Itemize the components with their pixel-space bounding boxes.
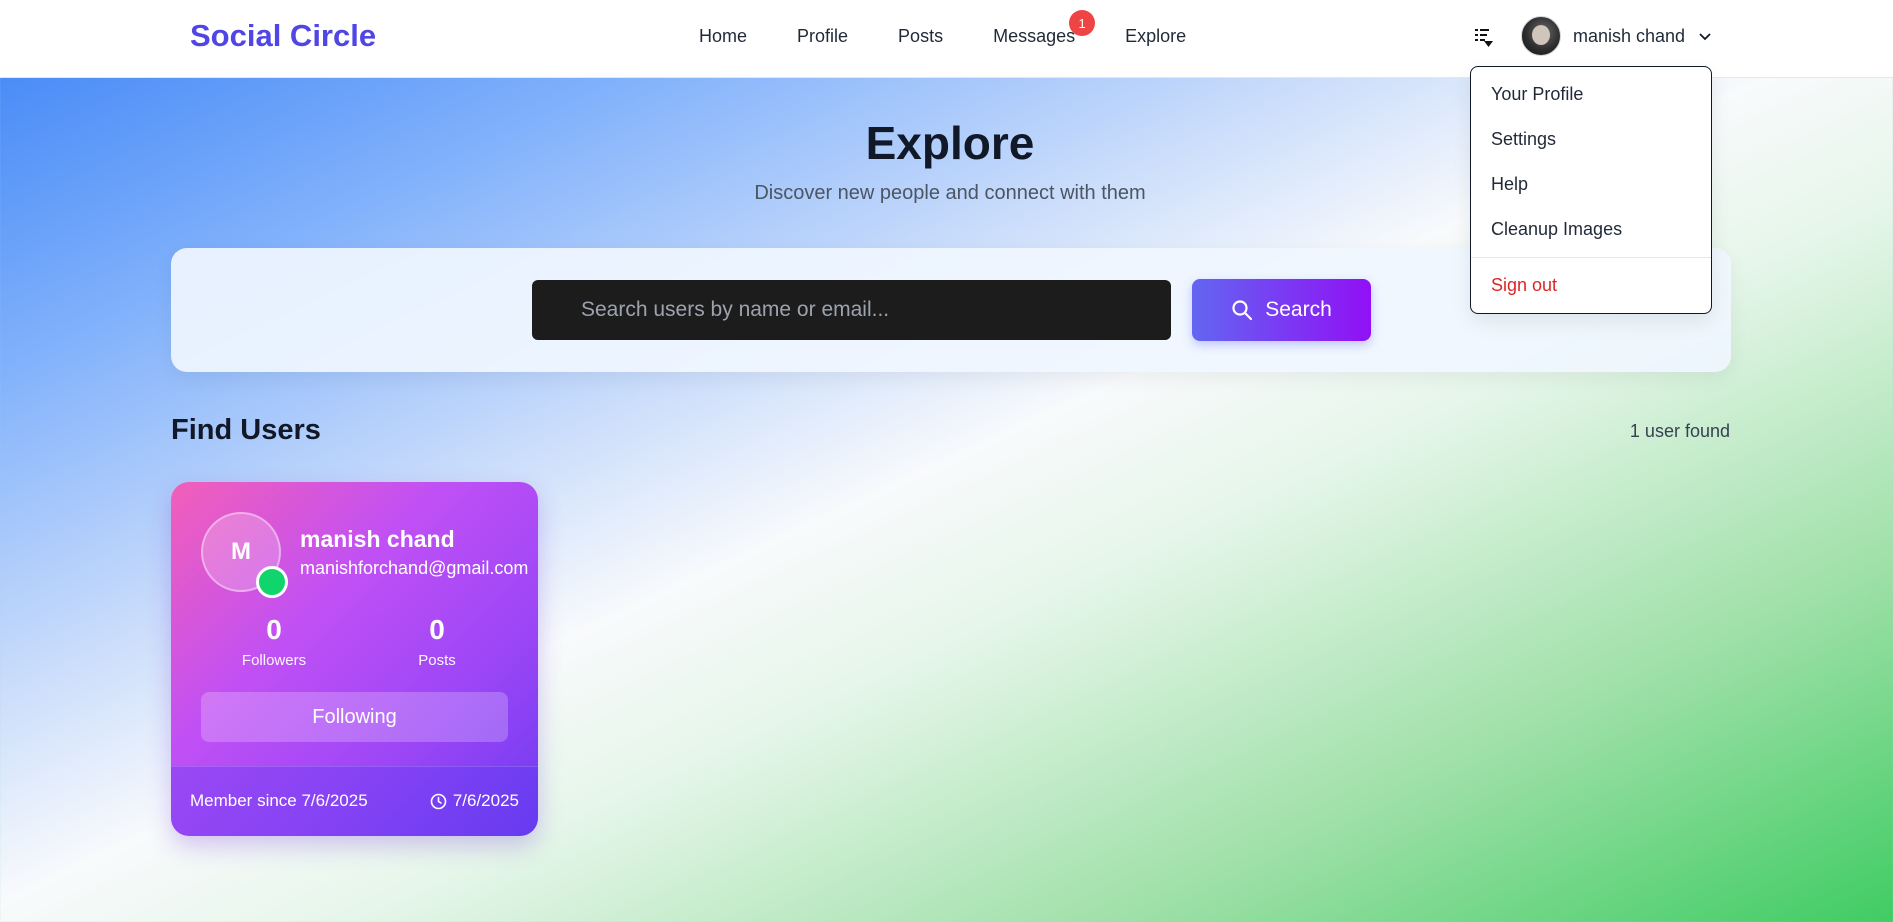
posts-stat: 0 Posts: [377, 614, 497, 669]
followers-label: Followers: [241, 652, 307, 669]
nav-links: Home Profile Posts Messages 1 Explore: [699, 10, 1186, 47]
brand-logo[interactable]: Social Circle: [190, 18, 376, 54]
results-count: 1 user found: [1629, 421, 1730, 441]
chevron-down-icon: [1699, 33, 1711, 41]
user-dropdown-menu: Your Profile Settings Help Cleanup Image…: [1470, 66, 1712, 314]
user-card-name: manish chand: [300, 526, 455, 552]
user-card-footer: Member since 7/6/2025 7/6/2025: [171, 766, 538, 836]
following-button[interactable]: Following: [201, 692, 508, 742]
posts-count: 0: [429, 614, 445, 645]
nav-messages-label: Messages: [993, 26, 1076, 46]
user-card-email: manishforchand@gmail.com: [300, 558, 529, 578]
menu-item-settings[interactable]: Settings: [1491, 129, 1556, 150]
nav-explore[interactable]: Explore: [1125, 26, 1186, 47]
menu-item-help[interactable]: Help: [1491, 174, 1528, 195]
search-button-label: Search: [1265, 298, 1332, 321]
section-title: Find Users: [171, 414, 321, 446]
user-menu-button[interactable]: manish chand: [1521, 16, 1713, 56]
text-direction-icon[interactable]: [1472, 26, 1496, 52]
search-icon: [1232, 300, 1253, 321]
nav-posts[interactable]: Posts: [898, 26, 943, 47]
posts-label: Posts: [418, 652, 456, 669]
search-input[interactable]: [532, 280, 1171, 340]
menu-item-your-profile[interactable]: Your Profile: [1491, 84, 1583, 105]
followers-stat: 0 Followers: [214, 614, 334, 669]
nav-home[interactable]: Home: [699, 26, 747, 47]
nav-profile[interactable]: Profile: [797, 26, 848, 47]
messages-badge: 1: [1069, 10, 1096, 36]
menu-item-cleanup-images[interactable]: Cleanup Images: [1491, 219, 1622, 240]
last-active-date: 7/6/2025: [452, 791, 519, 810]
followers-count: 0: [266, 614, 282, 645]
avatar: [1521, 16, 1561, 56]
user-name: manish chand: [1573, 25, 1686, 46]
menu-item-sign-out[interactable]: Sign out: [1491, 275, 1557, 296]
search-button[interactable]: Search: [1192, 279, 1371, 341]
member-since: Member since 7/6/2025: [190, 791, 368, 810]
menu-divider: [1471, 257, 1711, 258]
last-active: 7/6/2025: [430, 791, 519, 811]
nav-messages[interactable]: Messages 1: [993, 10, 1096, 47]
clock-icon: [430, 793, 447, 809]
user-card[interactable]: M manish chand manishforchand@gmail.com …: [171, 482, 538, 836]
online-status-indicator: [256, 566, 288, 598]
